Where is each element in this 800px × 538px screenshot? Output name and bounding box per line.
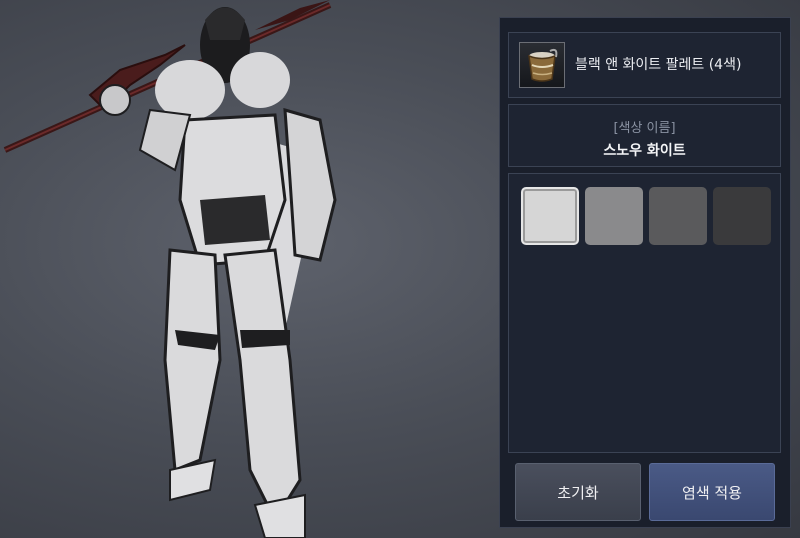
apply-dye-button[interactable]: 염색 적용 [649, 463, 775, 521]
character-preview [3, 0, 337, 538]
color-name-value: 스노우 화이트 [603, 143, 686, 159]
color-name-label: [색상 이름] [613, 121, 676, 136]
reset-button[interactable]: 초기화 [515, 463, 641, 521]
color-swatch-2[interactable] [585, 187, 643, 245]
dye-bucket-icon [519, 42, 565, 88]
color-name-box: [색상 이름] 스노우 화이트 [508, 104, 781, 167]
dye-panel: 블랙 앤 화이트 팔레트 (4색) [색상 이름] 스노우 화이트 초기화 염색… [499, 17, 791, 528]
item-name: 블랙 앤 화이트 팔레트 (4색) [575, 57, 742, 73]
color-swatch-1[interactable] [521, 187, 579, 245]
swatch-grid [508, 173, 781, 453]
item-header: 블랙 앤 화이트 팔레트 (4색) [508, 32, 781, 98]
dye-bucket-icon-graphic [528, 48, 558, 82]
armored-knight [99, 7, 337, 538]
color-swatch-4[interactable] [713, 187, 771, 245]
color-swatch-3[interactable] [649, 187, 707, 245]
